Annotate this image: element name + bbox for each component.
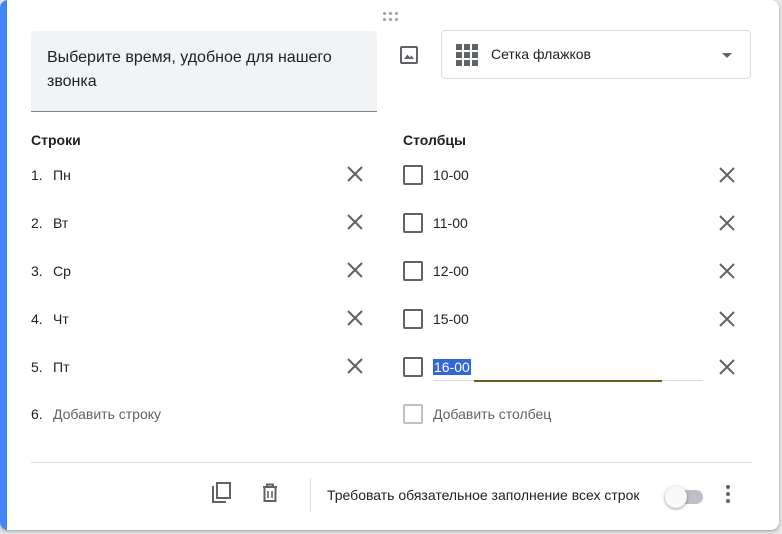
question-type-dropdown[interactable]: Сетка флажков — [441, 30, 751, 79]
selected-text: 16-00 — [433, 359, 471, 375]
grid-icon — [456, 44, 478, 66]
active-card-accent — [0, 0, 7, 530]
row-number: 6. — [31, 406, 43, 422]
remove-column-icon[interactable] — [715, 355, 739, 379]
column-item-editing: 16-00 — [403, 357, 748, 397]
input-focus-underline — [474, 380, 662, 382]
remove-column-icon[interactable] — [715, 163, 739, 187]
required-toggle[interactable] — [665, 486, 703, 508]
column-label[interactable]: 15-00 — [433, 311, 469, 327]
question-title-input[interactable]: Выберите время, удобное для нашего звонк… — [31, 31, 377, 112]
checkbox-icon — [403, 213, 423, 233]
column-item: 11-00 — [403, 213, 748, 253]
row-number: 4. — [31, 311, 43, 327]
checkbox-icon — [403, 165, 423, 185]
remove-row-icon[interactable] — [343, 306, 367, 330]
row-number: 2. — [31, 215, 43, 231]
row-item: 3. Ср — [31, 263, 376, 303]
column-item: 10-00 — [403, 165, 748, 205]
row-number: 5. — [31, 359, 43, 375]
drag-handle-icon[interactable] — [383, 12, 399, 22]
remove-row-icon[interactable] — [343, 210, 367, 234]
row-label[interactable]: Пн — [53, 167, 71, 183]
column-label[interactable]: 11-00 — [433, 215, 468, 231]
column-label[interactable]: 10-00 — [433, 167, 469, 183]
remove-row-icon[interactable] — [343, 258, 367, 282]
required-all-rows-label: Требовать обязательное заполнение всех с… — [327, 487, 640, 503]
question-type-label: Сетка флажков — [491, 46, 591, 62]
checkbox-icon — [403, 357, 423, 377]
remove-column-icon[interactable] — [715, 259, 739, 283]
row-item: 2. Вт — [31, 215, 376, 255]
row-label[interactable]: Пт — [53, 359, 69, 375]
add-row-label[interactable]: Добавить строку — [53, 406, 161, 422]
column-item: 12-00 — [403, 261, 748, 301]
row-item: 4. Чт — [31, 311, 376, 351]
checkbox-icon — [403, 309, 423, 329]
footer-vertical-divider — [310, 478, 311, 512]
trash-icon[interactable] — [258, 481, 282, 505]
column-item: 15-00 — [403, 309, 748, 349]
checkbox-icon — [403, 261, 423, 281]
footer-divider — [31, 462, 752, 463]
remove-column-icon[interactable] — [715, 211, 739, 235]
row-number: 3. — [31, 263, 43, 279]
columns-title: Столбцы — [403, 132, 466, 148]
remove-column-icon[interactable] — [715, 307, 739, 331]
chevron-down-icon — [722, 53, 732, 58]
row-label[interactable]: Ср — [53, 263, 71, 279]
add-image-icon[interactable] — [394, 40, 424, 70]
remove-row-icon[interactable] — [343, 162, 367, 186]
rows-title: Строки — [31, 132, 81, 148]
row-item: 5. Пт — [31, 359, 376, 399]
checkbox-icon — [403, 404, 423, 424]
add-column[interactable]: Добавить столбец — [403, 404, 748, 444]
add-row[interactable]: 6. Добавить строку — [31, 406, 376, 446]
column-label-input[interactable]: 16-00 — [433, 357, 703, 382]
more-options-icon[interactable] — [716, 482, 740, 506]
row-label[interactable]: Вт — [53, 215, 68, 231]
column-label[interactable]: 12-00 — [433, 263, 469, 279]
row-number: 1. — [31, 167, 43, 183]
toggle-knob — [665, 486, 687, 508]
question-card: Выберите время, удобное для нашего звонк… — [0, 0, 779, 530]
row-label[interactable]: Чт — [53, 311, 69, 327]
add-column-label[interactable]: Добавить столбец — [433, 406, 551, 422]
remove-row-icon[interactable] — [343, 354, 367, 378]
duplicate-icon[interactable] — [209, 481, 233, 505]
row-item: 1. Пн — [31, 167, 376, 207]
